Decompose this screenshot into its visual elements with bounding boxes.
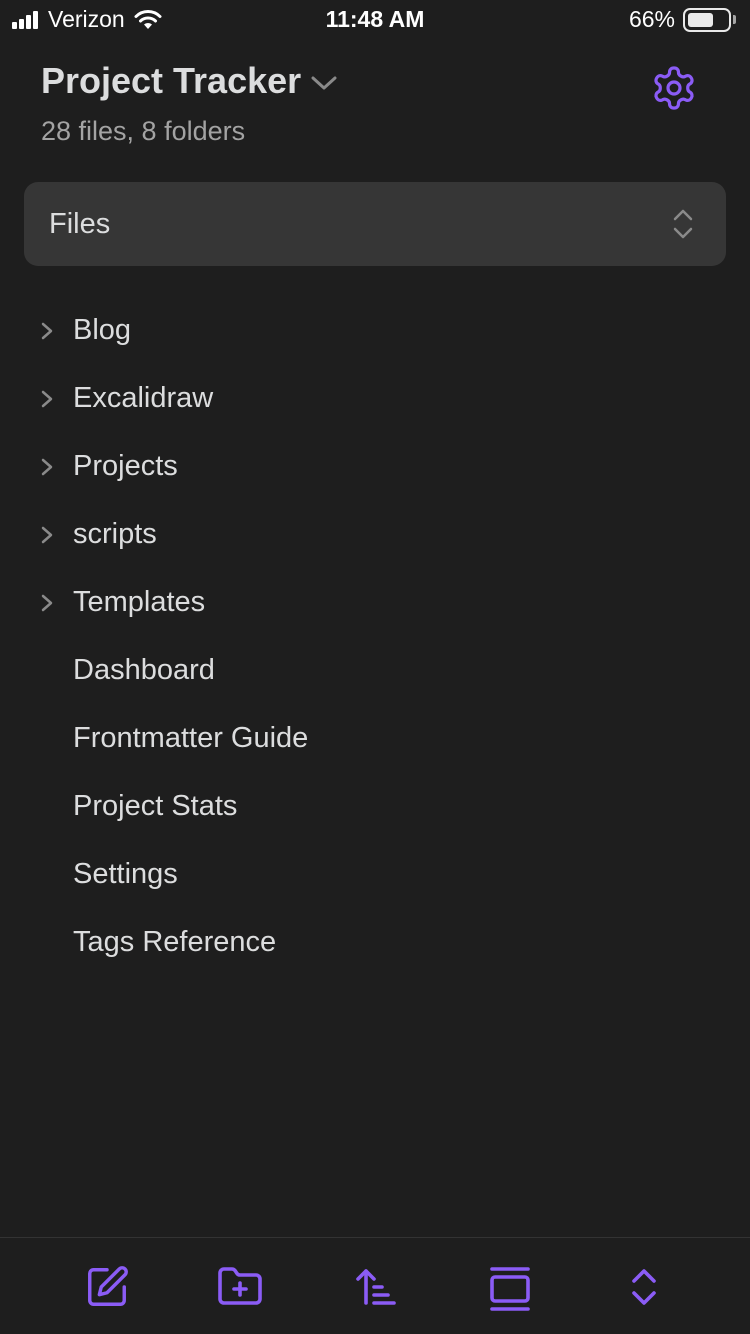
bottom-toolbar [0,1237,750,1334]
gallery-icon [490,1267,530,1311]
tree-folder[interactable]: Excalidraw [0,366,750,434]
tree-folder[interactable]: scripts [0,502,750,570]
new-folder-button[interactable] [216,1263,264,1311]
tree-item-label: Templates [73,586,206,618]
chevron-right-icon [41,390,53,408]
collapse-all-button[interactable] [486,1263,534,1311]
tree-folder[interactable]: Templates [0,570,750,638]
tree-item-label: Projects [73,450,178,482]
tree-item-label: Tags Reference [73,926,277,958]
edit-icon [88,1266,128,1306]
sort-button[interactable] [352,1263,400,1311]
vault-stats: 28 files, 8 folders [41,116,246,146]
battery-icon [683,7,731,32]
gear-icon [654,66,694,110]
chevron-up-down-icon [673,209,693,239]
status-right: 66% [629,6,736,33]
view-selector[interactable]: Files [24,182,726,266]
chevron-right-icon [41,458,53,476]
tree-item-label: Excalidraw [73,382,214,414]
file-tree: Blog Excalidraw Projects scripts Templates Da… [0,298,750,978]
chevron-right-icon [41,526,53,544]
tree-folder[interactable]: Projects [0,434,750,502]
tree-item-label: Dashboard [73,654,215,686]
tree-folder[interactable]: Blog [0,298,750,366]
tree-item-label: Blog [73,314,132,346]
new-note-button[interactable] [83,1263,131,1311]
tree-file[interactable]: Dashboard [0,638,750,706]
battery-fill [688,12,713,27]
view-selector-label: Files [49,208,111,240]
tree-item-label: Frontmatter Guide [73,722,309,754]
tree-item-label: Settings [73,858,178,890]
vault-switcher[interactable]: Project Tracker [41,60,337,102]
tree-file[interactable]: Settings [0,842,750,910]
chevron-up-down-icon [632,1269,656,1305]
vault-title: Project Tracker [41,60,302,101]
sort-ascending-icon [356,1269,396,1305]
chevron-right-icon [41,322,53,340]
expand-all-button[interactable] [620,1263,668,1311]
tree-item-label: scripts [73,518,157,550]
tree-file[interactable]: Project Stats [0,774,750,842]
status-bar: Verizon 11:48 AM 66% [0,0,750,40]
tree-item-label: Project Stats [73,790,238,822]
chevron-right-icon [41,594,53,612]
folder-plus-icon [218,1267,262,1305]
chevron-down-icon [311,76,337,90]
battery-cap [733,15,736,24]
tree-file[interactable]: Tags Reference [0,910,750,978]
tree-file[interactable]: Frontmatter Guide [0,706,750,774]
settings-button[interactable] [650,64,698,112]
battery-percent: 66% [628,6,675,32]
